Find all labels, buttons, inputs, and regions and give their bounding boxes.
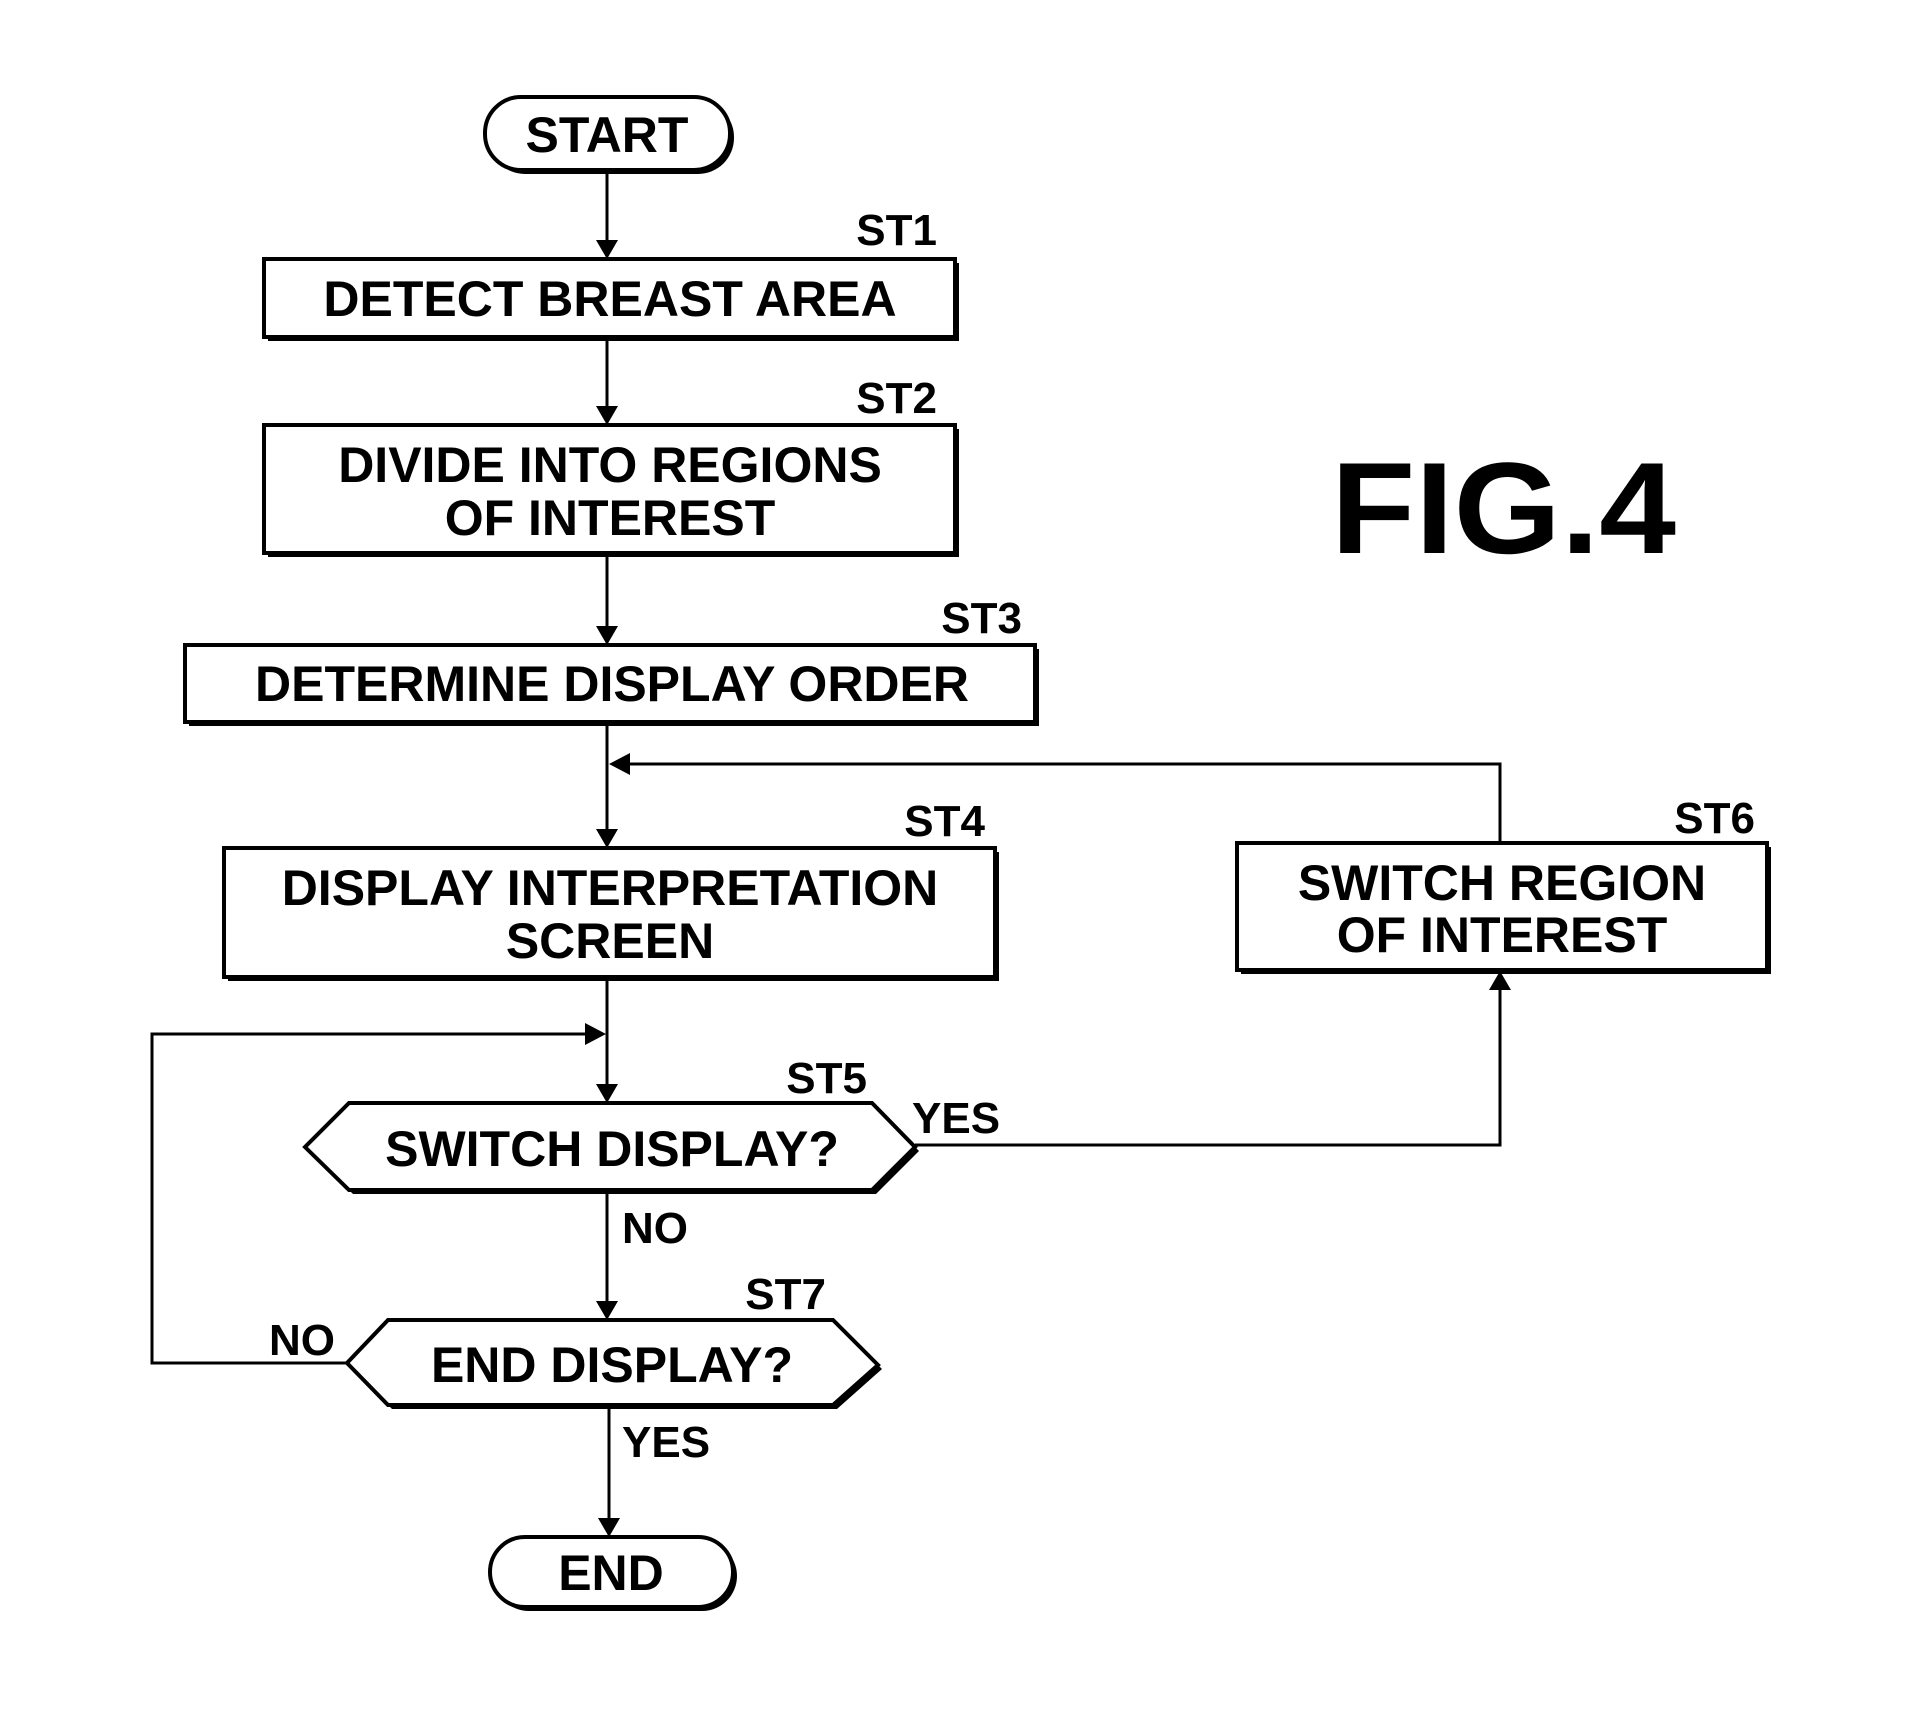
step-st2: ST2 DIVIDE INTO REGIONS OF INTEREST xyxy=(262,374,959,557)
step-text-st6-line2: OF INTEREST xyxy=(1337,907,1668,963)
start-label: START xyxy=(526,107,689,163)
decision-st5: ST5 SWITCH DISPLAY? xyxy=(302,1054,919,1194)
branch-label-st7-yes: YES xyxy=(622,1418,710,1467)
step-st1: ST1 DETECT BREAST AREA xyxy=(262,206,959,341)
connector-st7-no-loop xyxy=(150,1032,600,1365)
arrow-head-icon xyxy=(596,406,618,425)
start-terminal: START xyxy=(483,95,734,174)
step-text-st4-line1: DISPLAY INTERPRETATION xyxy=(282,860,939,916)
step-text-st4-line2: SCREEN xyxy=(506,913,714,969)
step-text-st1: DETECT BREAST AREA xyxy=(323,271,896,327)
step-st3: ST3 DETERMINE DISPLAY ORDER xyxy=(183,594,1039,726)
end-label: END xyxy=(558,1545,664,1601)
arrow-head-icon xyxy=(609,753,630,775)
step-id-st4: ST4 xyxy=(904,797,985,846)
step-id-st3: ST3 xyxy=(941,594,1022,643)
arrow-head-icon xyxy=(598,1518,620,1537)
decision-text-st5: SWITCH DISPLAY? xyxy=(385,1121,839,1177)
branch-label-st5-yes: YES xyxy=(912,1094,1000,1143)
step-text-st2-line2: OF INTEREST xyxy=(445,490,776,546)
step-st4: ST4 DISPLAY INTERPRETATION SCREEN xyxy=(222,797,999,981)
step-st6: ST6 SWITCH REGION OF INTEREST xyxy=(1235,794,1771,974)
arrow-head-icon xyxy=(596,626,618,645)
arrow-head-icon xyxy=(596,829,618,848)
flowchart: FIG.4 START ST1 DETECT BREAST AREA ST2 D… xyxy=(150,95,1771,1611)
connector-st6-loop-back xyxy=(612,762,1502,843)
step-id-st2: ST2 xyxy=(856,374,937,423)
step-id-st7: ST7 xyxy=(745,1270,826,1319)
step-text-st3: DETERMINE DISPLAY ORDER xyxy=(255,656,969,712)
step-text-st2-line1: DIVIDE INTO REGIONS xyxy=(338,437,882,493)
decision-text-st7: END DISPLAY? xyxy=(431,1337,793,1393)
arrow-head-icon xyxy=(596,1084,618,1103)
arrow-head-icon xyxy=(596,1301,618,1320)
arrow-head-icon xyxy=(585,1023,606,1045)
branch-label-st7-no: NO xyxy=(269,1316,335,1365)
arrow-head-icon xyxy=(596,240,618,259)
step-text-st6-line1: SWITCH REGION xyxy=(1298,855,1706,911)
step-id-st1: ST1 xyxy=(856,206,937,255)
end-terminal: END xyxy=(488,1535,737,1611)
step-id-st5: ST5 xyxy=(786,1054,867,1103)
branch-label-st5-no: NO xyxy=(622,1204,688,1253)
decision-st7: ST7 END DISPLAY? xyxy=(344,1270,882,1409)
connector-st5-yes-st6 xyxy=(915,982,1502,1147)
step-id-st6: ST6 xyxy=(1674,794,1755,843)
figure-title: FIG.4 xyxy=(1331,435,1676,581)
